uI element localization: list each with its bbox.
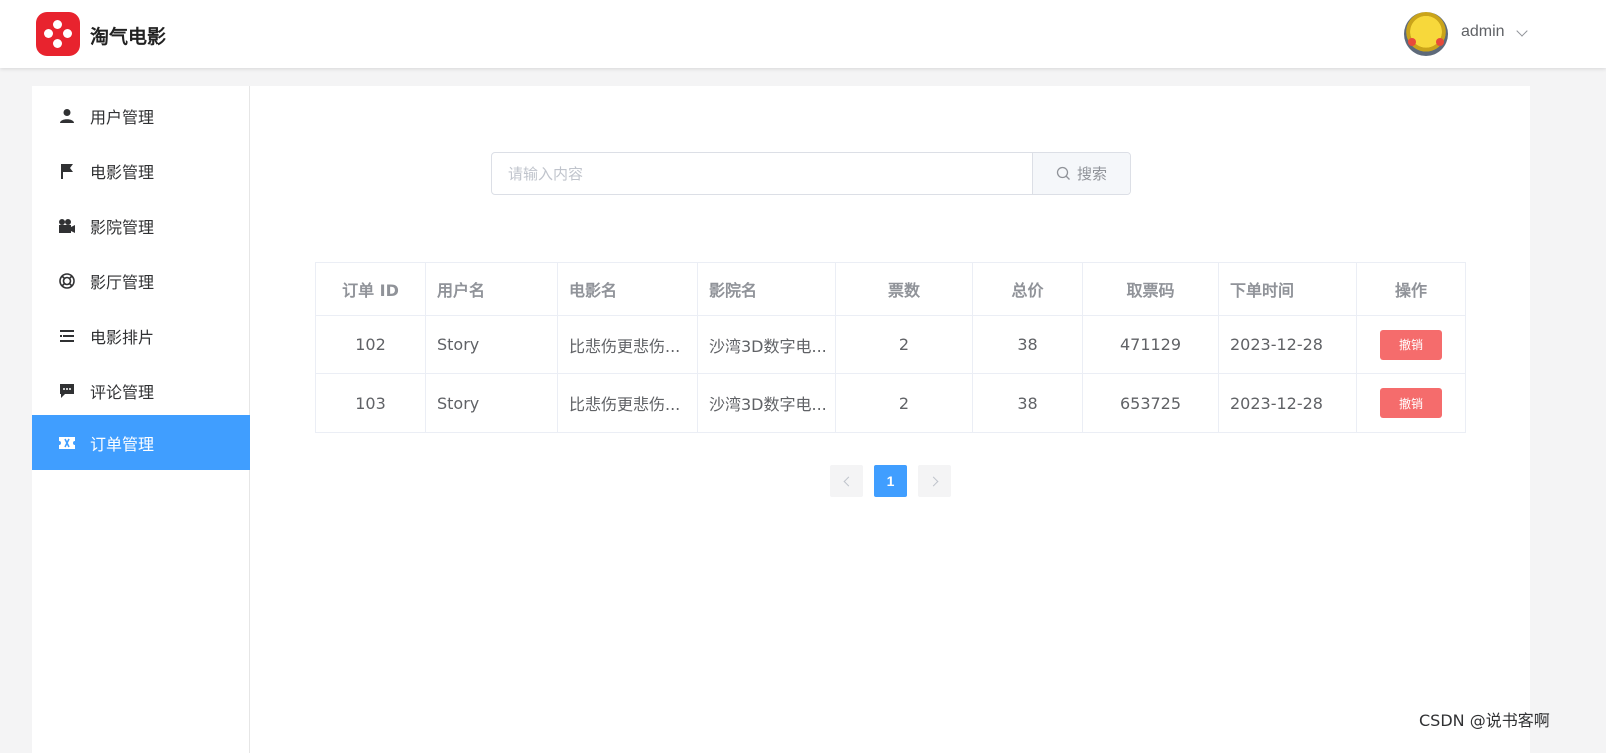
search-button-label: 搜索 [1076,165,1107,183]
search-bar: 搜索 [491,152,1131,195]
ticket-icon [58,434,76,452]
search-button[interactable]: 搜索 [1032,153,1130,194]
next-page-button[interactable] [918,465,951,497]
sidebar-item-label: 评论管理 [90,382,155,402]
comment-icon [58,382,76,400]
film-reel-icon[interactable] [36,12,80,56]
order-time-cell: 2023-12-28 [1219,374,1357,432]
sidebar-item-label: 用户管理 [90,107,155,127]
movie-name-cell: 比悲伤更悲伤... [558,316,698,373]
list-icon [58,327,76,345]
column-header: 取票码 [1083,263,1219,315]
column-header: 用户名 [426,263,558,315]
lifebuoy-icon [58,272,76,290]
pagination: 1 [830,465,952,497]
sidebar-item-cinema-management[interactable]: 影院管理 [32,198,250,253]
watermark: CSDN @说书客啊 [1419,711,1550,730]
orders-table: 订单 ID 用户名 电影名 影院名 票数 总价 取票码 下单时间 操作 102 … [315,262,1466,433]
sidebar-item-hall-management[interactable]: 影厅管理 [32,253,250,308]
column-header: 操作 [1394,281,1427,300]
chevron-left-icon [843,476,853,486]
user-icon [58,107,76,125]
search-input[interactable] [492,153,1032,194]
column-header: 订单 ID [316,263,426,315]
avatar[interactable] [1404,12,1448,56]
column-header: 电影名 [558,263,698,315]
order-id-cell: 102 [316,316,426,373]
sidebar-item-comment-management[interactable]: 评论管理 [32,363,250,418]
user-name[interactable]: admin [1461,23,1505,41]
sidebar-item-label: 影厅管理 [90,272,155,292]
video-camera-icon [58,217,76,235]
sidebar-item-label: 影院管理 [90,217,155,237]
pickup-code-cell: 653725 [1083,374,1219,432]
total-price-cell: 38 [973,374,1083,432]
sidebar-item-label: 订单管理 [90,434,155,454]
prev-page-button[interactable] [830,465,863,497]
column-header: 影院名 [698,263,836,315]
pickup-code-cell: 471129 [1083,316,1219,373]
sidebar-item-user-management[interactable]: 用户管理 [32,88,250,143]
sidebar-item-label: 电影排片 [90,327,155,347]
chevron-right-icon [928,476,938,486]
movie-name-cell: 比悲伤更悲伤... [558,374,698,432]
sidebar-item-movie-management[interactable]: 电影管理 [32,143,250,198]
sidebar-item-order-management[interactable]: 订单管理 [32,415,250,470]
brand-name[interactable]: 淘气电影 [90,22,166,49]
action-cell: 撤销 [1357,316,1465,373]
chevron-down-icon[interactable] [1516,25,1528,37]
action-cell: 撤销 [1357,374,1465,432]
flag-icon [58,162,76,180]
username-cell: Story [426,374,558,432]
ticket-count-cell: 2 [836,316,973,373]
page-number-button[interactable]: 1 [874,465,907,497]
search-icon [1056,166,1070,180]
top-header: 淘气电影 admin [0,0,1606,68]
table-header-row: 订单 ID 用户名 电影名 影院名 票数 总价 取票码 下单时间 操作 [316,263,1465,316]
order-time-cell: 2023-12-28 [1219,316,1357,373]
total-price-cell: 38 [973,316,1083,373]
table-row: 103 Story 比悲伤更悲伤... 沙湾3D数字电... 2 38 6537… [316,374,1465,432]
ticket-count-cell: 2 [836,374,973,432]
cinema-name-cell: 沙湾3D数字电... [698,316,836,373]
order-id-cell: 103 [316,374,426,432]
sidebar-menu: 用户管理 电影管理 影院管理 影厅管理 电影排片 评论管理 订单管理 [32,86,250,753]
column-header: 总价 [973,263,1083,315]
cancel-order-button[interactable]: 撤销 [1380,388,1442,418]
username-cell: Story [426,316,558,373]
table-row: 102 Story 比悲伤更悲伤... 沙湾3D数字电... 2 38 4711… [316,316,1465,374]
column-header: 下单时间 [1219,263,1357,315]
column-header: 票数 [836,263,973,315]
sidebar-item-label: 电影管理 [90,162,155,182]
sidebar-item-movie-schedule[interactable]: 电影排片 [32,308,250,363]
cinema-name-cell: 沙湾3D数字电... [698,374,836,432]
cancel-order-button[interactable]: 撤销 [1380,329,1442,360]
